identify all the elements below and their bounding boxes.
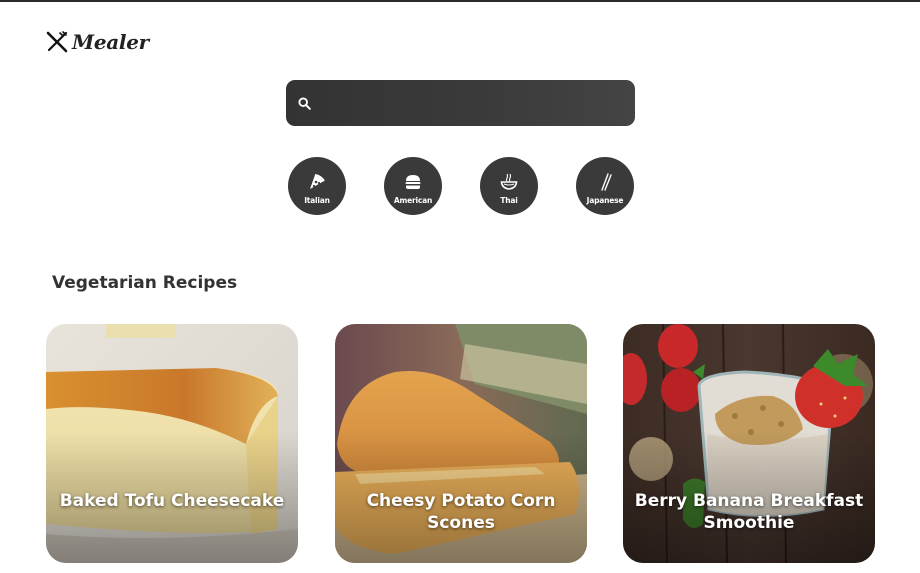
top-border (0, 0, 920, 2)
fork-knife-icon (46, 31, 68, 53)
cuisine-label: Italian (304, 195, 330, 205)
recipe-image (46, 324, 298, 563)
cuisine-label: Japanese (586, 195, 624, 205)
noodle-bowl-icon (500, 173, 518, 190)
recipe-card-cheesy-potato-corn-scones[interactable]: Cheesy Potato Corn Scones (335, 324, 587, 563)
section-title: Vegetarian Recipes (52, 273, 238, 293)
cuisine-american-button[interactable]: American (384, 157, 442, 215)
cuisine-label: Thai (500, 195, 518, 205)
cuisine-filters: Italian American Thai Japanese (0, 157, 920, 215)
burger-icon (405, 174, 421, 189)
recipe-card-baked-tofu-cheesecake[interactable]: Baked Tofu Cheesecake (46, 324, 298, 563)
search-icon (298, 96, 311, 110)
cuisine-thai-button[interactable]: Thai (480, 157, 538, 215)
chopsticks-icon (601, 172, 612, 191)
recipe-title: Cheesy Potato Corn Scones (366, 491, 556, 533)
pizza-icon (310, 173, 325, 189)
cuisine-japanese-button[interactable]: Japanese (576, 157, 634, 215)
recipe-card-berry-banana-breakfast-smoothie[interactable]: Berry Banana Breakfast Smoothie (623, 324, 875, 563)
search-bar[interactable] (286, 80, 635, 126)
search-input[interactable] (311, 80, 635, 126)
cuisine-label: American (393, 195, 433, 205)
cuisine-italian-button[interactable]: Italian (288, 157, 346, 215)
recipe-title: Baked Tofu Cheesecake (59, 491, 285, 511)
brand-name: Mealer (72, 30, 149, 54)
recipe-title: Berry Banana Breakfast Smoothie (634, 491, 864, 533)
brand-logo[interactable]: Mealer (45, 28, 149, 56)
